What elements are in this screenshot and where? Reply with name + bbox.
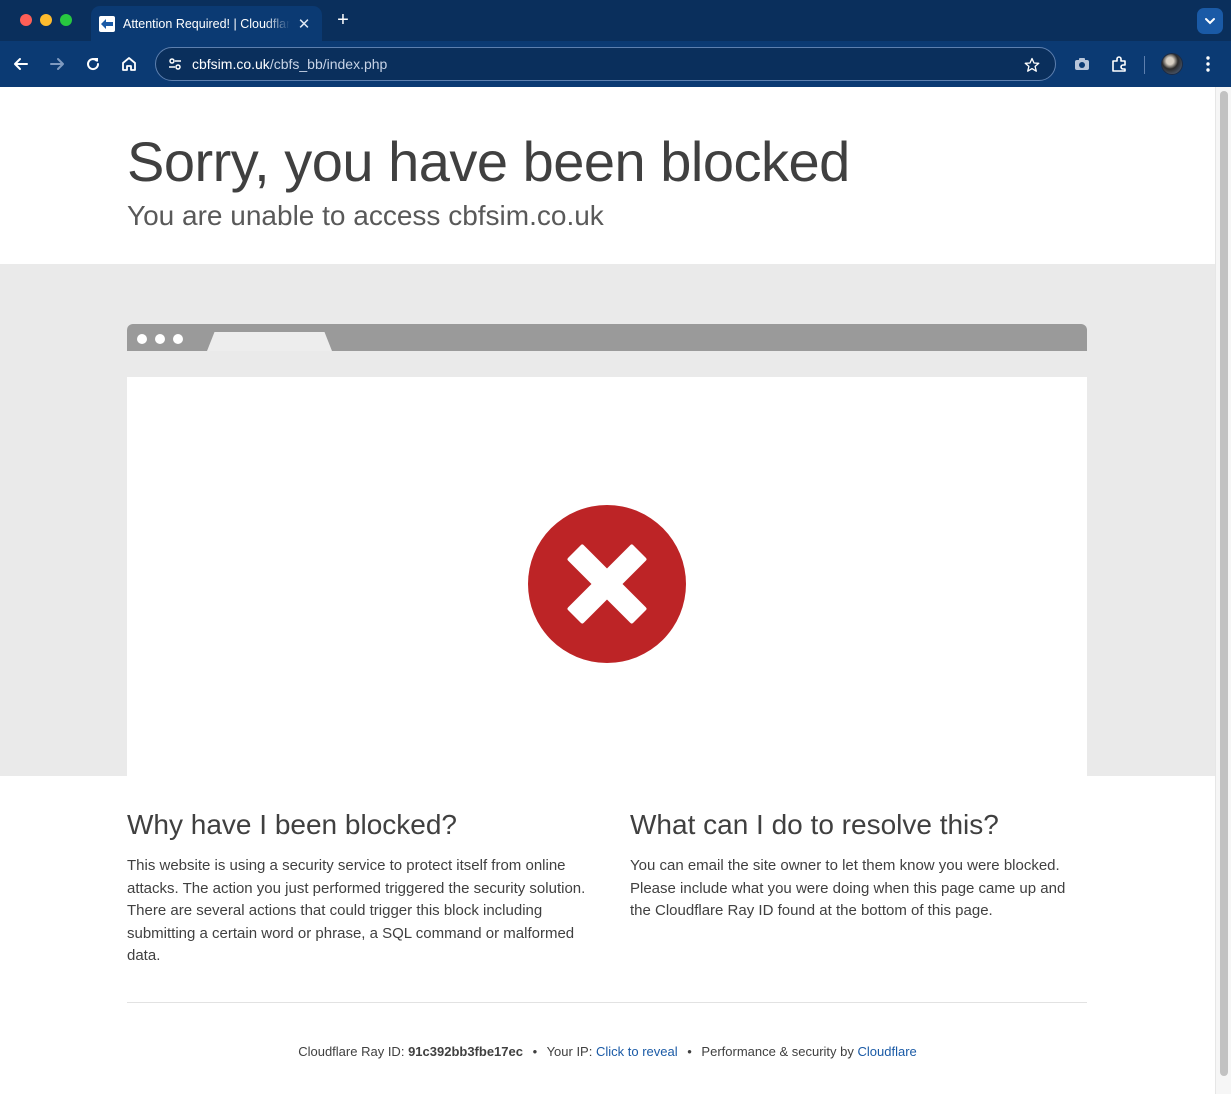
illustration-dot — [155, 334, 165, 344]
illustration-dot — [173, 334, 183, 344]
page-subtitle: You are unable to access cbfsim.co.uk — [127, 200, 604, 231]
ray-id-value: 91c392bb3fbe17ec — [408, 1044, 523, 1059]
scrollbar-thumb[interactable] — [1220, 91, 1228, 1076]
why-blocked-text: This website is using a security service… — [127, 857, 586, 965]
footer-separator: • — [532, 1044, 538, 1059]
reload-icon — [87, 58, 100, 71]
browser-illustration-window — [127, 377, 1087, 777]
back-button[interactable] — [9, 52, 33, 76]
more-vert-icon[interactable] — [1196, 52, 1220, 76]
page-viewport: Sorry, you have been blocked You are una… — [0, 87, 1231, 1094]
url-host: cbfsim.co.uk — [192, 56, 270, 72]
new-tab-button[interactable]: + — [333, 10, 353, 30]
toolbar: cbfsim.co.uk/cbfs_bb/index.php — [0, 41, 1231, 87]
chevron-down-icon — [1205, 18, 1215, 25]
page-title: Sorry, you have been blocked — [127, 130, 850, 193]
camera-icon[interactable] — [1070, 52, 1094, 76]
tab-title: Attention Required! | Cloudflare — [123, 16, 290, 31]
ray-id-label: Cloudflare Ray ID: — [298, 1044, 405, 1059]
page-header: Sorry, you have been blocked You are una… — [0, 87, 1215, 264]
resolve-heading: What can I do to resolve this? — [630, 809, 999, 840]
ip-label: Your IP: — [546, 1044, 593, 1059]
tab-strip: Attention Required! | Cloudflare ✕ + — [0, 0, 1231, 41]
tab-active[interactable]: Attention Required! | Cloudflare ✕ — [91, 6, 322, 41]
illustration-dot — [137, 334, 147, 344]
close-window-button[interactable] — [20, 14, 32, 26]
x-circle-icon — [528, 505, 686, 663]
profile-avatar[interactable] — [1161, 53, 1183, 75]
url-text[interactable]: cbfsim.co.uk/cbfs_bb/index.php — [192, 56, 387, 72]
resolve-text: You can email the site owner to let them… — [630, 857, 1066, 920]
arrow-right-icon — [50, 58, 64, 70]
why-blocked-section: Why have I been blocked? This website is… — [127, 809, 587, 968]
tab-search-button[interactable] — [1197, 8, 1223, 34]
home-icon — [122, 57, 136, 71]
home-button[interactable] — [117, 52, 141, 76]
cloudflare-link[interactable]: Cloudflare — [858, 1044, 917, 1059]
footer-divider — [127, 1002, 1087, 1003]
cloudflare-favicon-icon — [99, 15, 115, 32]
site-settings-icon[interactable] — [164, 53, 186, 75]
extensions-puzzle-icon[interactable] — [1107, 52, 1131, 76]
reveal-ip-link[interactable]: Click to reveal — [596, 1044, 678, 1059]
performance-label: Performance & security by — [701, 1044, 854, 1059]
address-bar[interactable]: cbfsim.co.uk/cbfs_bb/index.php — [155, 47, 1056, 81]
minimize-window-button[interactable] — [40, 14, 52, 26]
close-tab-icon[interactable]: ✕ — [296, 15, 312, 33]
zoom-window-button[interactable] — [60, 14, 72, 26]
browser-chrome: Attention Required! | Cloudflare ✕ + cbf… — [0, 0, 1231, 87]
why-blocked-heading: Why have I been blocked? — [127, 809, 457, 840]
browser-illustration-bar — [127, 324, 1087, 351]
arrow-left-icon — [14, 58, 28, 70]
forward-button[interactable] — [45, 52, 69, 76]
info-section: Why have I been blocked? This website is… — [0, 776, 1215, 1094]
resolve-section: What can I do to resolve this? You can e… — [630, 809, 1090, 923]
vertical-scrollbar[interactable] — [1215, 87, 1231, 1094]
illustration-tab — [207, 332, 332, 351]
footer: Cloudflare Ray ID: 91c392bb3fbe17ec • Yo… — [0, 1044, 1215, 1059]
url-path: /cbfs_bb/index.php — [269, 56, 388, 72]
footer-separator: • — [687, 1044, 692, 1059]
bookmark-star-icon[interactable] — [1021, 54, 1043, 76]
reload-button[interactable] — [81, 52, 105, 76]
toolbar-divider — [1144, 56, 1145, 74]
